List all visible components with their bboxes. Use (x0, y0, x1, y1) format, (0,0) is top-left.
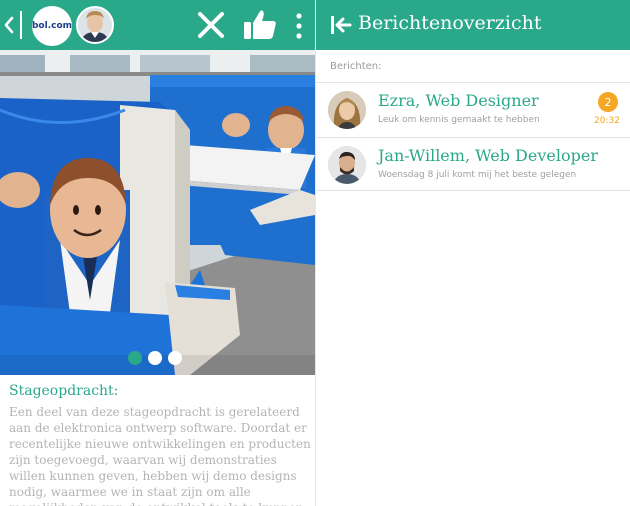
chevron-left-icon[interactable] (2, 12, 16, 38)
message-sender: Jan-Willem, Web Developer (378, 146, 598, 165)
profile-topbar: bol.com (0, 0, 315, 50)
thumbs-up-icon[interactable] (240, 5, 280, 45)
message-preview: Woensdag 8 juli komt mij het beste geleg… (378, 170, 577, 180)
message-item[interactable]: Jan-Willem, Web Developer Woensdag 8 jul… (316, 137, 630, 191)
profile-panel: bol.com Stageopdracht: Een deel van deze… (0, 0, 315, 506)
carousel-dot[interactable] (168, 351, 182, 365)
topbar-divider (20, 11, 22, 39)
more-vertical-icon[interactable] (289, 10, 309, 42)
messages-panel: Berichtenoverzicht Berichten: Ezra, Web … (315, 0, 630, 506)
carousel-indicators[interactable] (128, 351, 182, 365)
assignment-title: Stageopdracht: (9, 383, 119, 399)
message-sender: Ezra, Web Designer (378, 91, 539, 110)
company-logo-text: bol.com (31, 21, 73, 31)
collapse-left-icon[interactable] (330, 13, 352, 37)
avatar (328, 146, 366, 184)
carousel-dot[interactable] (148, 351, 162, 365)
message-time: 20:32 (594, 116, 620, 126)
assignment-description: Een deel van deze stageopdracht is gerel… (9, 405, 311, 506)
page-title: Berichtenoverzicht (358, 12, 542, 34)
profile-photo[interactable] (0, 50, 315, 375)
unread-badge: 2 (598, 92, 618, 112)
carousel-dot[interactable] (128, 351, 142, 365)
message-item[interactable]: Ezra, Web Designer Leuk om kennis gemaak… (316, 82, 630, 136)
close-icon[interactable] (194, 7, 228, 43)
messages-caption: Berichten: (330, 61, 382, 72)
messages-topbar: Berichtenoverzicht (316, 0, 630, 50)
company-logo[interactable]: bol.com (32, 6, 72, 46)
contact-avatar[interactable] (76, 6, 114, 44)
message-preview: Leuk om kennis gemaakt te hebben (378, 115, 540, 125)
avatar (328, 91, 366, 129)
